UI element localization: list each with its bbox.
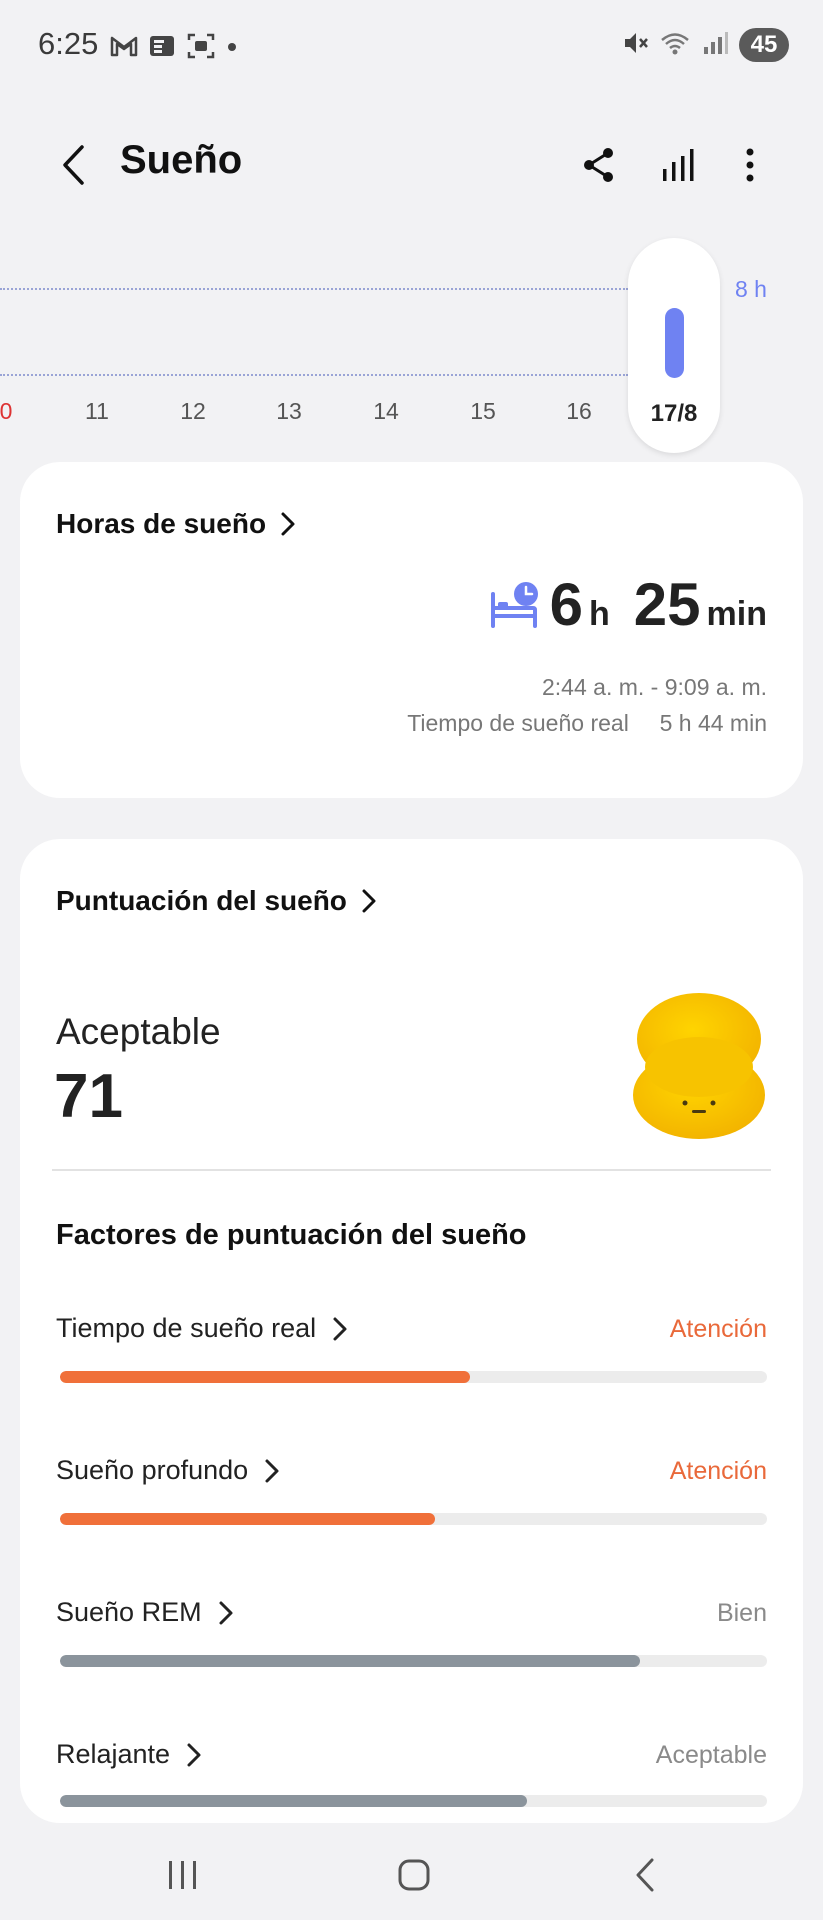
actual-sleep-label: Tiempo de sueño real bbox=[407, 710, 629, 736]
chevron-right-icon bbox=[280, 510, 298, 538]
factor-name-text: Sueño profundo bbox=[56, 1455, 249, 1485]
divider bbox=[52, 1169, 771, 1171]
factor-name: Tiempo de sueño real bbox=[56, 1313, 350, 1344]
trends-button[interactable] bbox=[651, 138, 705, 192]
sleep-hours-card[interactable]: Horas de sueño 6 h 25 min 2:44 a. m. - 9… bbox=[20, 462, 803, 798]
factor-name-text: Relajante bbox=[56, 1739, 171, 1769]
sleep-score-card[interactable]: Puntuación del sueño Aceptable 71 Factor… bbox=[20, 839, 803, 1823]
bar-chart-icon bbox=[663, 149, 694, 181]
app-screen: 6:25 45 Sueño 0 11 12 13 14 15 16 17/8 8… bbox=[0, 0, 823, 1920]
factor-status: Bien bbox=[716, 1599, 767, 1627]
actual-sleep-value: 5 h 44 min bbox=[659, 710, 767, 736]
factor-progress-fill bbox=[60, 1795, 527, 1807]
factor-progress-track bbox=[60, 1513, 767, 1525]
news-icon bbox=[148, 33, 176, 64]
day-label[interactable]: 16 bbox=[549, 398, 609, 425]
system-icons: 45 bbox=[621, 28, 789, 62]
bed-clock-icon bbox=[489, 580, 541, 630]
day-label[interactable]: 11 bbox=[67, 398, 127, 425]
factor-name: Sueño REM bbox=[56, 1597, 236, 1628]
factor-name-text: Tiempo de sueño real bbox=[56, 1313, 317, 1343]
back-button[interactable] bbox=[50, 138, 96, 192]
duration-hours-unit: h bbox=[589, 595, 610, 633]
factor-progress-track bbox=[60, 1655, 767, 1667]
chevron-right-icon bbox=[361, 887, 379, 915]
wifi-icon bbox=[659, 29, 691, 62]
duration-minutes: 25 bbox=[633, 571, 701, 638]
system-nav-bar bbox=[0, 1830, 823, 1920]
screenshot-icon bbox=[186, 32, 216, 65]
factor-name-text: Sueño REM bbox=[56, 1597, 202, 1627]
duration-minutes-unit: min bbox=[706, 595, 767, 633]
sleep-duration: 6 h 25 min bbox=[550, 570, 767, 639]
back-icon bbox=[636, 1858, 654, 1892]
factor-deep-sleep[interactable]: Sueño profundo Atención bbox=[56, 1455, 767, 1545]
sleep-bar bbox=[665, 308, 684, 378]
chevron-right-icon bbox=[332, 1315, 350, 1343]
nav-back-button[interactable] bbox=[615, 1850, 675, 1900]
factor-restful[interactable]: Relajante Aceptable bbox=[56, 1739, 767, 1829]
goal-line bbox=[0, 288, 628, 290]
app-header: Sueño bbox=[0, 120, 823, 210]
battery-indicator: 45 bbox=[739, 28, 789, 62]
selected-day-label: 17/8 bbox=[650, 400, 698, 427]
day-label[interactable]: 0 bbox=[0, 398, 36, 425]
more-icon bbox=[746, 148, 754, 182]
recents-icon bbox=[169, 1861, 196, 1889]
day-label[interactable]: 13 bbox=[259, 398, 319, 425]
gmail-icon bbox=[110, 34, 138, 63]
factor-progress-fill bbox=[60, 1371, 471, 1383]
factor-status: Atención bbox=[669, 1457, 767, 1485]
score-value: 71 bbox=[54, 1062, 123, 1131]
factor-status: Atención bbox=[669, 1315, 767, 1343]
day-label[interactable]: 14 bbox=[356, 398, 416, 425]
sleep-score-title-text: Puntuación del sueño bbox=[56, 885, 347, 916]
factor-actual-sleep[interactable]: Tiempo de sueño real Atención bbox=[56, 1313, 767, 1403]
actual-sleep-row: Tiempo de sueño real 5 h 44 min bbox=[407, 710, 767, 737]
factor-progress-fill bbox=[60, 1655, 640, 1667]
factor-rem-sleep[interactable]: Sueño REM Bien bbox=[56, 1597, 767, 1687]
status-time: 6:25 bbox=[38, 26, 99, 61]
chevron-right-icon bbox=[218, 1599, 236, 1627]
day-label[interactable]: 15 bbox=[453, 398, 513, 425]
baseline bbox=[0, 374, 628, 376]
selected-day[interactable]: 17/8 bbox=[628, 238, 720, 453]
factor-name: Sueño profundo bbox=[56, 1455, 282, 1486]
dot-icon bbox=[226, 40, 238, 58]
recents-button[interactable] bbox=[153, 1850, 213, 1900]
factor-progress-fill bbox=[60, 1513, 435, 1525]
day-label[interactable]: 12 bbox=[163, 398, 223, 425]
factor-progress-track bbox=[60, 1795, 767, 1807]
home-icon bbox=[398, 1859, 430, 1891]
chevron-right-icon bbox=[264, 1457, 282, 1485]
sleep-hours-title-text: Horas de sueño bbox=[56, 508, 267, 539]
notification-icons bbox=[110, 32, 238, 65]
sleep-timeline[interactable]: 0 11 12 13 14 15 16 17/8 8 h bbox=[0, 230, 823, 453]
sleep-score-title[interactable]: Puntuación del sueño bbox=[56, 885, 379, 917]
chevron-left-icon bbox=[63, 145, 84, 185]
factor-progress-track bbox=[60, 1371, 767, 1383]
page-title: Sueño bbox=[120, 138, 243, 182]
score-rating: Aceptable bbox=[56, 1011, 221, 1052]
chevron-right-icon bbox=[186, 1741, 204, 1769]
factor-status: Aceptable bbox=[655, 1741, 767, 1769]
status-bar: 6:25 45 bbox=[0, 0, 823, 90]
factor-name: Relajante bbox=[56, 1739, 204, 1770]
sleep-mascot-image bbox=[629, 991, 769, 1141]
factors-title: Factores de puntuación del sueño bbox=[56, 1219, 527, 1251]
duration-hours: 6 bbox=[549, 571, 584, 638]
goal-label: 8 h bbox=[735, 276, 767, 302]
mute-icon bbox=[621, 29, 649, 62]
share-button[interactable] bbox=[572, 138, 626, 192]
sleep-time-range: 2:44 a. m. - 9:09 a. m. bbox=[542, 674, 767, 700]
share-icon bbox=[584, 148, 613, 182]
home-button[interactable] bbox=[384, 1850, 444, 1900]
sleep-hours-title[interactable]: Horas de sueño bbox=[56, 508, 298, 540]
signal-icon bbox=[701, 29, 729, 62]
more-options-button[interactable] bbox=[723, 138, 777, 192]
